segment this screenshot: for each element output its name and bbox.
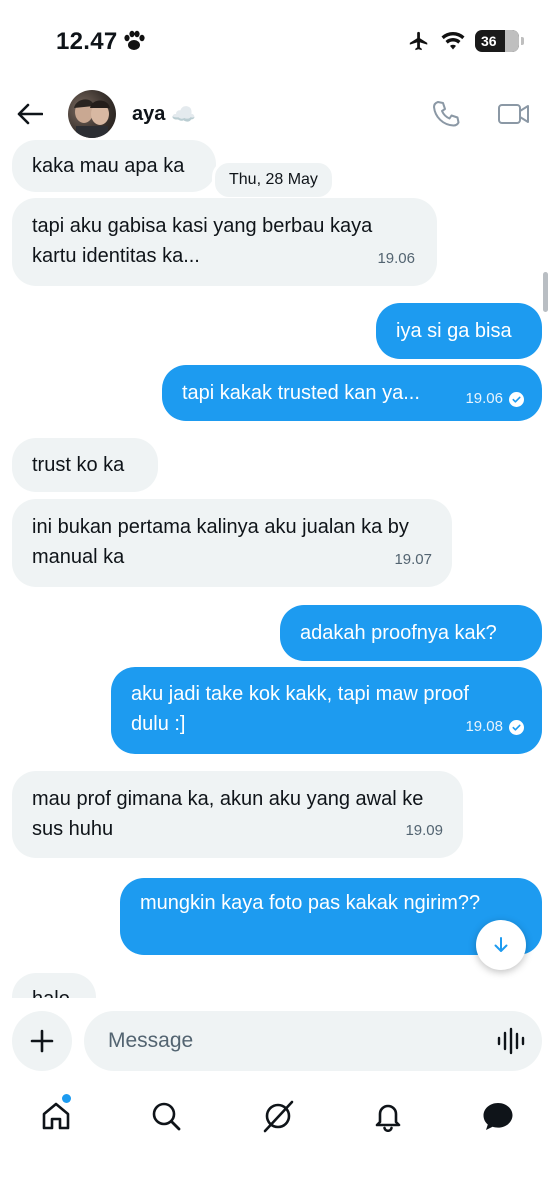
message-text: mau prof gimana ka, akun aku yang awal k…	[32, 788, 424, 840]
notifications-icon	[375, 1104, 401, 1132]
message-text: halo	[32, 988, 70, 998]
nav-notifications[interactable]	[368, 1096, 408, 1136]
message-bubble-incoming[interactable]: trust ko ka	[12, 438, 158, 492]
airplane-icon	[409, 31, 428, 51]
paw-icon	[124, 30, 145, 50]
nav-search[interactable]	[146, 1096, 186, 1136]
message-text: ini bukan pertama kalinya aku jualan ka …	[32, 516, 409, 568]
nav-grok[interactable]	[258, 1096, 298, 1136]
message-meta: 19.06	[465, 384, 524, 414]
message-bubble-incoming[interactable]: halo	[12, 973, 96, 998]
message-clip: halo	[0, 970, 554, 998]
message-timestamp: 19.08	[465, 718, 503, 735]
message-text: adakah proofnya kak?	[300, 622, 497, 644]
contact-name[interactable]: aya ☁️	[132, 102, 196, 127]
battery-indicator: 36	[475, 30, 519, 52]
battery-nub	[521, 37, 524, 45]
message-bubble-outgoing[interactable]: tapi kakak trusted kan ya... 19.06	[162, 365, 542, 421]
grok-icon	[263, 1100, 294, 1133]
message-timestamp: 19.06	[465, 390, 503, 407]
message-bubble-incoming[interactable]: kaka mau apa ka	[12, 140, 216, 192]
video-camera-icon	[498, 104, 529, 124]
message-timestamp: 19.09	[405, 822, 443, 839]
plus-icon	[30, 1029, 54, 1053]
contact-name-text: aya	[132, 103, 166, 125]
scroll-to-bottom-button[interactable]	[476, 920, 526, 970]
video-call-button[interactable]	[496, 96, 532, 132]
message-text: tapi aku gabisa kasi yang berbau kaya ka…	[32, 215, 373, 267]
unread-dot	[62, 1094, 71, 1103]
message-input-placeholder: Message	[108, 1029, 194, 1052]
battery-level: 36	[481, 33, 497, 49]
back-button[interactable]	[12, 96, 48, 132]
home-icon	[42, 1102, 70, 1130]
arrow-down-icon	[494, 937, 508, 952]
message-text: kaka mau apa ka	[32, 155, 185, 177]
search-icon	[152, 1102, 181, 1131]
message-text: aku jadi take kok kakk, tapi maw proof d…	[131, 683, 469, 735]
read-check-icon	[509, 391, 524, 407]
status-time: 12.47	[56, 28, 118, 55]
phone-icon	[433, 101, 460, 127]
wifi-icon	[441, 32, 465, 50]
avatar[interactable]	[68, 90, 116, 138]
message-bubble-outgoing[interactable]: aku jadi take kok kakk, tapi maw proof d…	[111, 667, 542, 754]
message-bubble-incoming[interactable]: tapi aku gabisa kasi yang berbau kaya ka…	[12, 198, 437, 286]
message-input[interactable]: Message	[84, 1011, 542, 1071]
nav-messages[interactable]	[478, 1096, 518, 1136]
message-text: tapi kakak trusted kan ya...	[182, 382, 420, 404]
read-check-icon	[509, 719, 524, 735]
message-bubble-incoming[interactable]: mau prof gimana ka, akun aku yang awal k…	[12, 771, 463, 858]
arrow-left-icon	[17, 103, 43, 125]
message-timestamp: 19.06	[377, 250, 415, 267]
scrollbar[interactable]	[543, 272, 548, 312]
voice-message-icon[interactable]	[496, 1027, 526, 1055]
date-separator: Thu, 28 May	[212, 160, 335, 200]
cloud-emoji: ☁️	[171, 104, 197, 126]
message-text: mungkin kaya foto pas kakak ngirim??	[140, 892, 481, 914]
message-text: trust ko ka	[32, 454, 125, 476]
message-bubble-outgoing[interactable]: adakah proofnya kak?	[280, 605, 542, 661]
message-meta: 19.08	[465, 712, 524, 742]
voice-call-button[interactable]	[428, 96, 464, 132]
messages-icon	[483, 1103, 513, 1130]
message-timestamp: 19.07	[394, 551, 432, 568]
message-bubble-incoming[interactable]: ini bukan pertama kalinya aku jualan ka …	[12, 499, 452, 587]
add-attachment-button[interactable]	[12, 1011, 72, 1071]
message-text: iya si ga bisa	[396, 320, 512, 342]
nav-home[interactable]	[36, 1096, 76, 1136]
message-bubble-outgoing[interactable]: iya si ga bisa	[376, 303, 542, 359]
status-icons: 36	[407, 30, 524, 52]
